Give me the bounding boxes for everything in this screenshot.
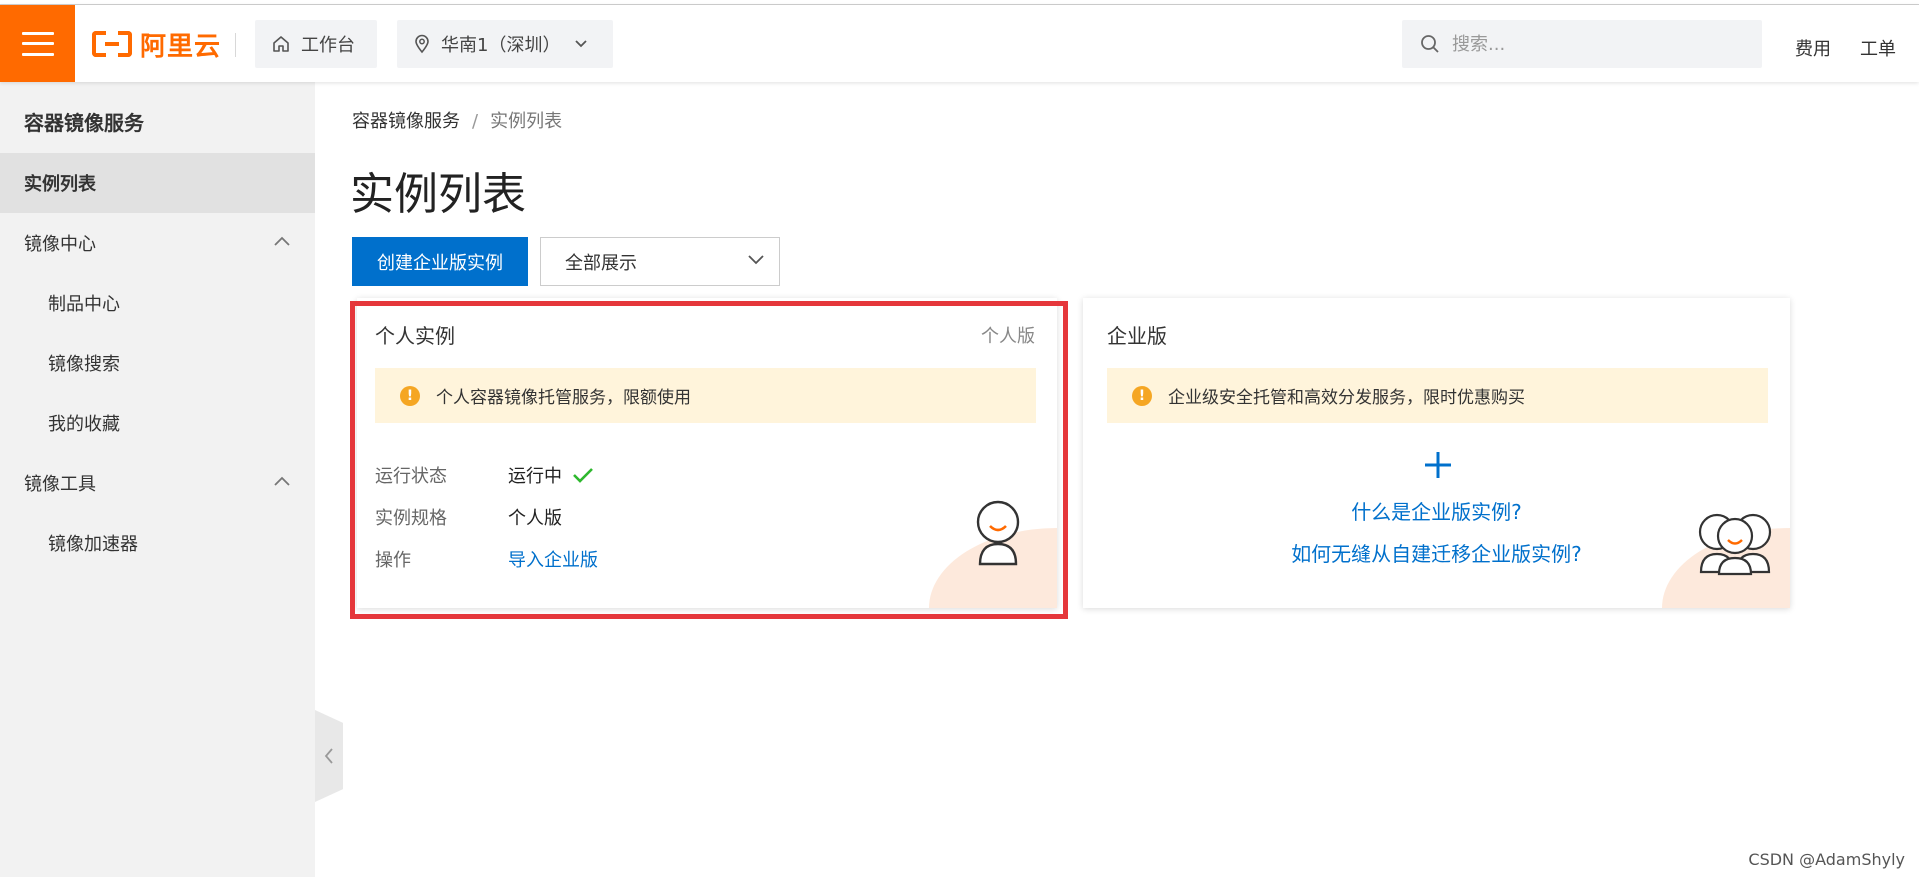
sidebar-item-label: 镜像搜索: [48, 354, 120, 375]
status-value: 运行中: [508, 462, 594, 488]
import-enterprise-link[interactable]: 导入企业版: [508, 546, 598, 572]
enterprise-instance-card: 企业版 ! 企业级安全托管和高效分发服务，限时优惠购买 什么是企业版实例? 如何…: [1083, 298, 1790, 608]
warning-icon: !: [400, 385, 420, 406]
top-link-tickets[interactable]: 工单: [1860, 35, 1896, 61]
watermark: CSDN @AdamShyly: [1748, 850, 1905, 869]
top-navigation-bar: 阿里云 工作台 华南1（深圳） 费用 工单: [0, 5, 1919, 82]
what-is-enterprise-link[interactable]: 什么是企业版实例?: [1083, 496, 1790, 525]
page-title: 实例列表: [350, 169, 526, 220]
aliyun-logo[interactable]: 阿里云: [92, 27, 222, 62]
status-value-text: 运行中: [508, 466, 562, 487]
spec-key: 实例规格: [375, 508, 447, 529]
check-icon: [573, 468, 593, 483]
sidebar-item-label: 镜像工具: [24, 474, 96, 495]
sidebar-item-label: 制品中心: [48, 294, 120, 315]
breadcrumb-root[interactable]: 容器镜像服务: [352, 111, 460, 132]
workbench-label: 工作台: [301, 35, 355, 56]
hamburger-menu-button[interactable]: [0, 5, 75, 82]
sidebar-item-artifact-center[interactable]: 制品中心: [0, 273, 315, 333]
spec-row: 实例规格 个人版: [375, 504, 562, 530]
status-row: 运行状态 运行中: [375, 462, 594, 488]
sidebar-item-image-search[interactable]: 镜像搜索: [0, 333, 315, 393]
warning-icon: !: [1132, 385, 1152, 406]
sidebar-item-label: 我的收藏: [48, 414, 120, 435]
edition-tag: 个人版: [981, 326, 1035, 347]
sidebar-item-my-favorites[interactable]: 我的收藏: [0, 393, 315, 453]
sidebar-item-image-tools[interactable]: 镜像工具: [0, 453, 315, 513]
chevron-up-icon: [274, 236, 290, 246]
aliyun-logo-icon: [92, 31, 132, 57]
spec-value: 个人版: [508, 508, 562, 529]
sidebar-collapse-toggle[interactable]: [315, 710, 343, 802]
region-label: 华南1（深圳）: [441, 35, 561, 56]
status-key: 运行状态: [375, 466, 447, 487]
notice-banner: ! 个人容器镜像托管服务，限额使用: [375, 368, 1036, 423]
global-search[interactable]: [1402, 20, 1762, 68]
chevron-left-icon: [324, 748, 333, 764]
sidebar-item-label: 镜像中心: [24, 234, 96, 255]
sidebar-item-label: 镜像加速器: [48, 534, 138, 555]
sidebar-item-image-accelerator[interactable]: 镜像加速器: [0, 513, 315, 573]
sidebar-item-image-center[interactable]: 镜像中心: [0, 213, 315, 273]
card-title: 企业版: [1107, 324, 1167, 348]
breadcrumb-separator: /: [472, 111, 479, 132]
chevron-down-icon: [575, 40, 588, 48]
notice-banner: ! 企业级安全托管和高效分发服务，限时优惠购买: [1107, 368, 1768, 423]
logo-divider: [235, 33, 236, 57]
search-icon: [1421, 35, 1439, 53]
workbench-button[interactable]: 工作台: [255, 20, 377, 68]
person-icon: [976, 500, 1020, 566]
region-selector[interactable]: 华南1（深圳）: [397, 20, 613, 68]
top-link-fees[interactable]: 费用: [1795, 35, 1831, 61]
group-icon: [1698, 513, 1772, 576]
home-icon: [273, 36, 289, 52]
add-icon[interactable]: [1423, 450, 1453, 480]
chevron-down-icon: [748, 255, 764, 265]
action-row: 操作 导入企业版: [375, 546, 598, 572]
instance-filter-select[interactable]: 全部展示: [540, 237, 780, 286]
notice-text: 个人容器镜像托管服务，限额使用: [436, 388, 691, 408]
create-enterprise-instance-button[interactable]: 创建企业版实例: [352, 237, 528, 286]
card-title: 个人实例: [375, 324, 455, 348]
sidebar: 容器镜像服务 实例列表 镜像中心 制品中心 镜像搜索 我的收藏 镜像工具 镜像加…: [0, 82, 315, 877]
sidebar-item-instance-list[interactable]: 实例列表: [0, 153, 315, 213]
search-input[interactable]: [1452, 33, 1732, 55]
filter-select-value: 全部展示: [565, 252, 637, 274]
breadcrumb-current: 实例列表: [490, 111, 563, 132]
hamburger-icon: [21, 31, 54, 56]
breadcrumb: 容器镜像服务 / 实例列表: [352, 107, 562, 133]
sidebar-item-label: 实例列表: [24, 174, 96, 195]
notice-text: 企业级安全托管和高效分发服务，限时优惠购买: [1168, 388, 1525, 408]
sidebar-title: 容器镜像服务: [24, 111, 144, 135]
personal-instance-card: 个人实例 个人版 ! 个人容器镜像托管服务，限额使用 运行状态 运行中 实例规格…: [357, 298, 1057, 608]
logo-text: 阿里云: [140, 31, 222, 62]
location-pin-icon: [415, 34, 429, 54]
chevron-up-icon: [274, 476, 290, 486]
action-key: 操作: [375, 550, 411, 571]
